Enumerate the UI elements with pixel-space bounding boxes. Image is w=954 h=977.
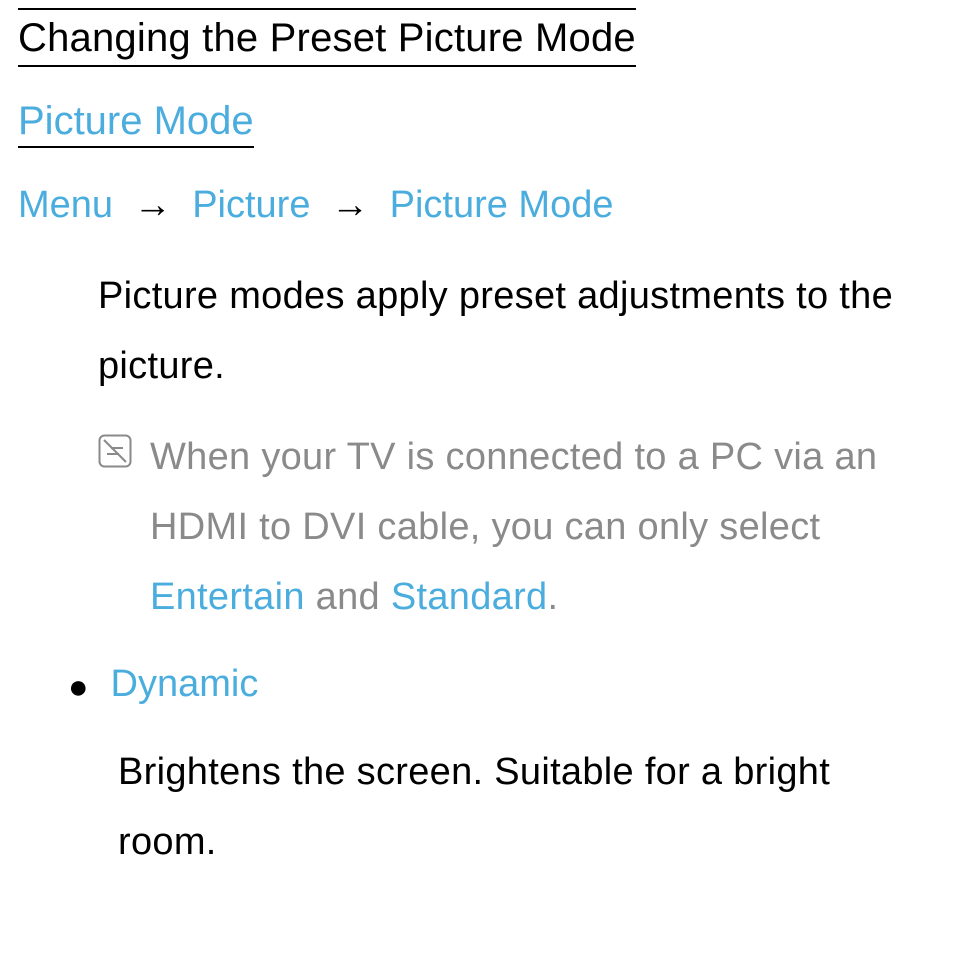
note-term-standard: Standard	[391, 576, 548, 618]
breadcrumb-step-picture: Picture	[192, 184, 310, 226]
option-name-dynamic: Dynamic	[111, 656, 259, 713]
intro-text: Picture modes apply preset adjustments t…	[98, 261, 916, 402]
arrow-icon: →	[134, 184, 172, 226]
note-prefix: When your TV is connected to a PC via an…	[150, 436, 877, 548]
list-item: ● Dynamic	[68, 656, 936, 714]
breadcrumb: Menu → Picture → Picture Mode	[18, 184, 936, 227]
section-title: Picture Mode	[18, 99, 254, 148]
page-title: Changing the Preset Picture Mode	[18, 8, 636, 67]
option-description: Brightens the screen. Suitable for a bri…	[118, 737, 936, 878]
note-middle: and	[305, 576, 391, 618]
manual-page: Changing the Preset Picture Mode Picture…	[0, 0, 954, 917]
note-icon	[98, 434, 132, 468]
note-row: When your TV is connected to a PC via an…	[98, 422, 916, 633]
body-block: Picture modes apply preset adjustments t…	[98, 261, 916, 632]
note-text: When your TV is connected to a PC via an…	[150, 422, 916, 633]
note-suffix: .	[547, 576, 558, 618]
bullet-icon: ●	[68, 660, 89, 714]
breadcrumb-step-menu: Menu	[18, 184, 113, 226]
arrow-icon: →	[331, 184, 369, 226]
breadcrumb-step-picture-mode: Picture Mode	[390, 184, 614, 226]
note-term-entertain: Entertain	[150, 576, 305, 618]
